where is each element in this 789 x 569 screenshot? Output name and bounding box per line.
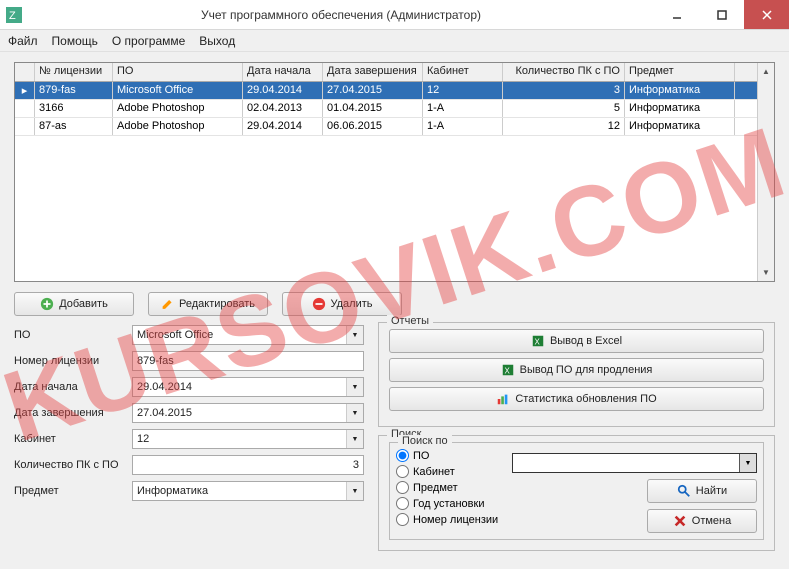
- radio-room[interactable]: Кабинет: [396, 465, 498, 478]
- radio-year[interactable]: Год установки: [396, 497, 498, 510]
- stats-button[interactable]: Статистика обновления ПО: [389, 387, 764, 411]
- grid-header: № лицензии ПО Дата начала Дата завершени…: [15, 63, 774, 82]
- scroll-down-icon[interactable]: ▼: [758, 264, 774, 281]
- start-date-picker[interactable]: 29.04.2014▼: [132, 377, 364, 397]
- table-row[interactable]: ▸ 879-fas Microsoft Office 29.04.2014 27…: [15, 82, 774, 100]
- export-extend-button[interactable]: X Вывод ПО для продления: [389, 358, 764, 382]
- titlebar: Z Учет программного обеспечения (Админис…: [0, 0, 789, 30]
- excel-icon: X: [531, 334, 545, 348]
- svg-text:X: X: [504, 367, 510, 376]
- radio-subject[interactable]: Предмет: [396, 481, 498, 494]
- chevron-down-icon: ▼: [346, 326, 363, 344]
- export-excel-button[interactable]: X Вывод в Excel: [389, 329, 764, 353]
- delete-button[interactable]: Удалить: [282, 292, 402, 316]
- col-start[interactable]: Дата начала: [243, 63, 323, 81]
- search-group: Поиск Поиск по ПО Кабинет Предмет Год ус…: [378, 435, 775, 551]
- col-license[interactable]: № лицензии: [35, 63, 113, 81]
- subject-label: Предмет: [14, 485, 132, 497]
- po-label: ПО: [14, 329, 132, 341]
- minimize-button[interactable]: [654, 0, 699, 29]
- svg-text:X: X: [534, 338, 540, 347]
- radio-po[interactable]: ПО: [396, 449, 498, 462]
- search-by-legend: Поиск по: [398, 435, 452, 447]
- start-label: Дата начала: [14, 381, 132, 393]
- menu-exit[interactable]: Выход: [199, 34, 235, 48]
- row-indicator-icon: ▸: [15, 82, 35, 99]
- add-button[interactable]: Добавить: [14, 292, 134, 316]
- cancel-button[interactable]: Отмена: [647, 509, 757, 533]
- chevron-down-icon: ▼: [346, 404, 363, 422]
- count-label: Количество ПК с ПО: [14, 459, 132, 471]
- count-input[interactable]: 3: [132, 455, 364, 475]
- subject-combo[interactable]: Информатика▼: [132, 481, 364, 501]
- excel-icon: X: [501, 363, 515, 377]
- license-label: Номер лицензии: [14, 355, 132, 367]
- radio-license[interactable]: Номер лицензии: [396, 513, 498, 526]
- menu-file[interactable]: Файл: [8, 34, 38, 48]
- po-combo[interactable]: Microsoft Office▼: [132, 325, 364, 345]
- end-date-picker[interactable]: 27.04.2015▼: [132, 403, 364, 423]
- close-button[interactable]: [744, 0, 789, 29]
- table-row[interactable]: 3166 Adobe Photoshop 02.04.2013 01.04.20…: [15, 100, 774, 118]
- menu-about[interactable]: О программе: [112, 34, 185, 48]
- room-combo[interactable]: 12▼: [132, 429, 364, 449]
- app-icon: Z: [6, 7, 22, 23]
- search-icon: [677, 484, 691, 498]
- col-room[interactable]: Кабинет: [423, 63, 503, 81]
- col-po[interactable]: ПО: [113, 63, 243, 81]
- find-button[interactable]: Найти: [647, 479, 757, 503]
- chart-icon: [496, 392, 510, 406]
- table-row[interactable]: 87-as Adobe Photoshop 29.04.2014 06.06.2…: [15, 118, 774, 136]
- window-title: Учет программного обеспечения (Администр…: [28, 8, 654, 22]
- end-label: Дата завершения: [14, 407, 132, 419]
- maximize-button[interactable]: [699, 0, 744, 29]
- menu-help[interactable]: Помощь: [52, 34, 98, 48]
- minus-icon: [312, 297, 326, 311]
- search-value-combo[interactable]: ▼: [512, 453, 757, 473]
- col-subject[interactable]: Предмет: [625, 63, 735, 81]
- scroll-up-icon[interactable]: ▲: [758, 63, 774, 80]
- reports-group: Отчеты X Вывод в Excel X Вывод ПО для пр…: [378, 322, 775, 427]
- license-grid[interactable]: № лицензии ПО Дата начала Дата завершени…: [14, 62, 775, 282]
- license-input[interactable]: 879-fas: [132, 351, 364, 371]
- room-label: Кабинет: [14, 433, 132, 445]
- svg-text:Z: Z: [9, 10, 16, 22]
- chevron-down-icon: ▼: [739, 454, 756, 472]
- plus-icon: [40, 297, 54, 311]
- col-count[interactable]: Количество ПК с ПО: [503, 63, 625, 81]
- chevron-down-icon: ▼: [346, 482, 363, 500]
- edit-form: ПОMicrosoft Office▼ Номер лицензии879-fa…: [14, 322, 364, 559]
- chevron-down-icon: ▼: [346, 430, 363, 448]
- chevron-down-icon: ▼: [346, 378, 363, 396]
- cancel-icon: [673, 514, 687, 528]
- edit-button[interactable]: Редактировать: [148, 292, 268, 316]
- pencil-icon: [161, 297, 174, 311]
- menubar: Файл Помощь О программе Выход: [0, 30, 789, 52]
- grid-scrollbar[interactable]: ▲ ▼: [757, 63, 774, 281]
- col-end[interactable]: Дата завершения: [323, 63, 423, 81]
- reports-legend: Отчеты: [387, 315, 433, 327]
